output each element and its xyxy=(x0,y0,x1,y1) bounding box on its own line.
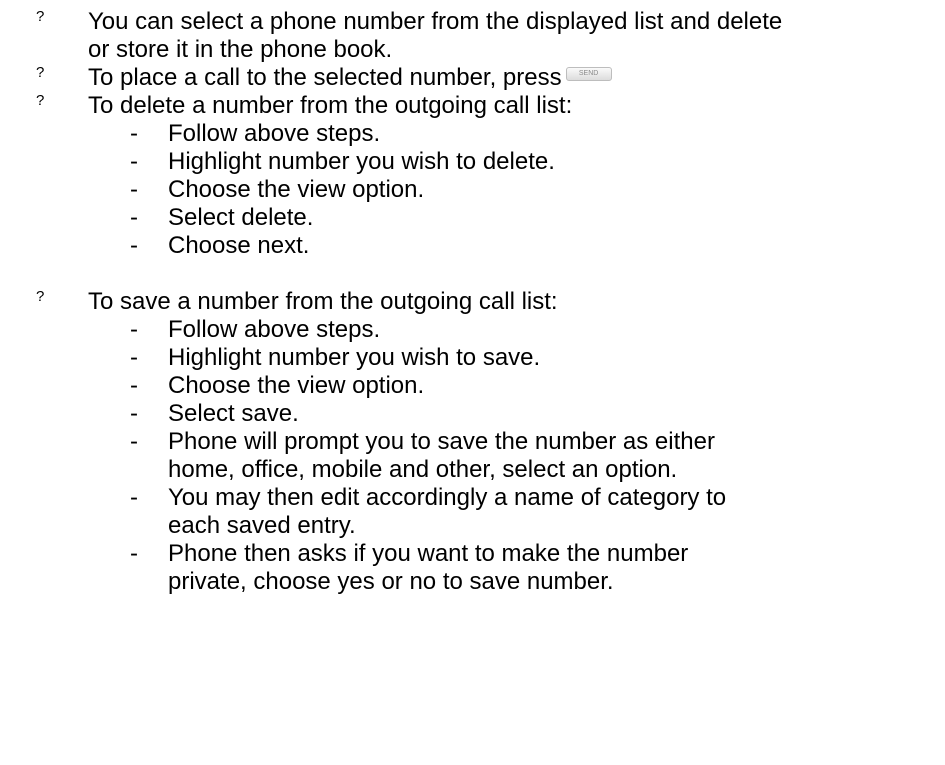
bullet-text: You can select a phone number from the d… xyxy=(88,8,783,63)
list-item: - Highlight number you wish to save. xyxy=(130,344,770,372)
bullet-marker: ? xyxy=(36,64,45,81)
dash-marker: - xyxy=(130,344,138,371)
list-item: - Phone then asks if you want to make th… xyxy=(130,540,770,596)
dash-marker: - xyxy=(130,148,138,175)
place-call-text: To place a call to the selected number, … xyxy=(88,64,562,91)
bullet-text: To place a call to the selected number, … xyxy=(88,64,808,92)
delete-steps-list: - Follow above steps. - Highlight number… xyxy=(0,120,945,260)
list-item: - Choose the view option. xyxy=(130,372,770,400)
list-item: - Choose next. xyxy=(130,232,770,260)
dash-marker: - xyxy=(130,540,138,567)
step-text: Choose next. xyxy=(168,232,310,259)
dash-marker: - xyxy=(130,372,138,399)
bullet-item-delete-number: ? To delete a number from the outgoing c… xyxy=(36,92,945,120)
bullet-item-select-number: ? You can select a phone number from the… xyxy=(36,8,945,64)
step-text: You may then edit accordingly a name of … xyxy=(168,484,727,539)
step-text: Choose the view option. xyxy=(168,176,425,203)
step-text: Follow above steps. xyxy=(168,120,381,147)
bullet-marker: ? xyxy=(36,288,45,305)
bullet-text: To save a number from the outgoing call … xyxy=(88,288,558,315)
dash-marker: - xyxy=(130,484,138,511)
step-text: Highlight number you wish to save. xyxy=(168,344,541,371)
dash-marker: - xyxy=(130,400,138,427)
step-text: Highlight number you wish to delete. xyxy=(168,148,555,175)
dash-marker: - xyxy=(130,232,138,259)
list-item: - You may then edit accordingly a name o… xyxy=(130,484,770,540)
list-item: - Select delete. xyxy=(130,204,770,232)
bullet-text: To delete a number from the outgoing cal… xyxy=(88,92,573,119)
list-item: - Follow above steps. xyxy=(130,120,770,148)
dash-marker: - xyxy=(130,428,138,455)
bullet-item-save-number: ? To save a number from the outgoing cal… xyxy=(36,288,945,316)
send-key-icon: SEND xyxy=(565,66,612,81)
manual-page: ? You can select a phone number from the… xyxy=(0,0,945,765)
bullet-marker: ? xyxy=(36,8,45,25)
dash-marker: - xyxy=(130,176,138,203)
step-text: Select save. xyxy=(168,400,299,427)
step-text: Phone will prompt you to save the number… xyxy=(168,428,715,483)
step-text: Phone then asks if you want to make the … xyxy=(168,540,689,595)
list-item: - Highlight number you wish to delete. xyxy=(130,148,770,176)
bullet-item-place-call: ? To place a call to the selected number… xyxy=(36,64,945,92)
step-text: Choose the view option. xyxy=(168,372,425,399)
dash-marker: - xyxy=(130,120,138,147)
send-key-label: SEND xyxy=(578,69,599,77)
list-item: - Phone will prompt you to save the numb… xyxy=(130,428,770,484)
step-text: Select delete. xyxy=(168,204,314,231)
step-text: Follow above steps. xyxy=(168,316,381,343)
bullet-marker: ? xyxy=(36,92,45,109)
dash-marker: - xyxy=(130,316,138,343)
list-item: - Follow above steps. xyxy=(130,316,770,344)
dash-marker: - xyxy=(130,204,138,231)
list-item: - Select save. xyxy=(130,400,770,428)
save-steps-list: - Follow above steps. - Highlight number… xyxy=(0,316,945,596)
list-item: - Choose the view option. xyxy=(130,176,770,204)
